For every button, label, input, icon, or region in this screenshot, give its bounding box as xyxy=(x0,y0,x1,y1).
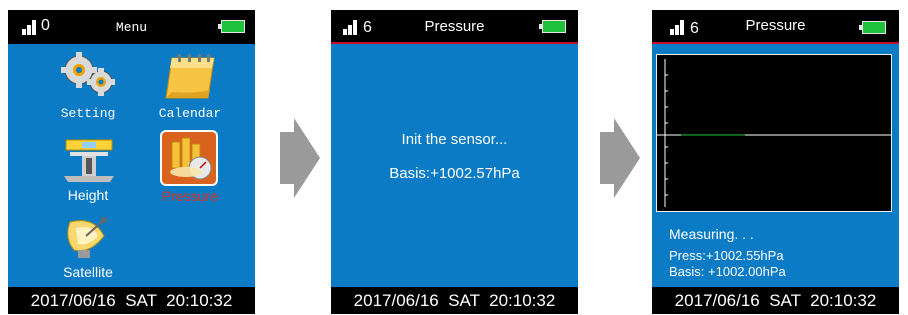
pressure-measuring-screen: 6 Pressure Measuring. . . Press:+1002.55… xyxy=(652,10,899,314)
gears-icon xyxy=(61,52,115,96)
pressure-init-screen: 6 Pressure Init the sensor... Basis:+100… xyxy=(331,10,578,314)
battery-icon xyxy=(859,21,886,34)
satellite-dish-icon xyxy=(67,217,107,258)
arrow-right-icon xyxy=(600,118,640,198)
menu-item-calendar[interactable]: Calendar xyxy=(144,50,236,128)
menu-item-height[interactable]: Height xyxy=(42,134,134,206)
menu-label-setting: Setting xyxy=(60,106,116,121)
menu-label-calendar: Calendar xyxy=(158,106,222,121)
press-value: Press:+1002.55hPa xyxy=(669,248,784,263)
init-top-bar: 6 Pressure xyxy=(331,10,578,44)
arrow-right-icon xyxy=(280,118,320,198)
measuring-status: Measuring. . . xyxy=(669,226,754,242)
measuring-top-bar: 6 Pressure xyxy=(652,10,899,44)
pressure-graph xyxy=(656,54,892,212)
calendar-icon xyxy=(165,54,215,99)
level-icon xyxy=(64,139,114,182)
date-time-bar: 2017/06/16 SAT 20:10:32 xyxy=(652,287,899,314)
date-time-bar: 2017/06/16 SAT 20:10:32 xyxy=(331,287,578,314)
menu-label-height: Height xyxy=(67,187,109,203)
init-message: Init the sensor... xyxy=(401,131,508,148)
menu-item-pressure[interactable]: Pressure xyxy=(144,128,236,208)
date-time-bar: 2017/06/16 SAT 20:10:32 xyxy=(8,287,255,314)
battery-icon xyxy=(218,20,245,33)
battery-icon xyxy=(539,20,566,33)
menu-screen: 0 Menu Setting Calendar Height Pressure … xyxy=(8,10,255,314)
graph-plot xyxy=(657,59,891,207)
basis-value: Basis: +1002.00hPa xyxy=(669,264,786,279)
gauge-icon xyxy=(170,137,212,180)
menu-top-bar: 0 Menu xyxy=(8,10,255,44)
menu-label-pressure: Pressure xyxy=(161,188,219,204)
basis-value: Basis:+1002.57hPa xyxy=(389,165,520,182)
menu-label-satellite: Satellite xyxy=(63,264,113,280)
menu-item-setting[interactable]: Setting xyxy=(42,50,134,128)
menu-item-satellite[interactable]: Satellite xyxy=(42,214,134,282)
